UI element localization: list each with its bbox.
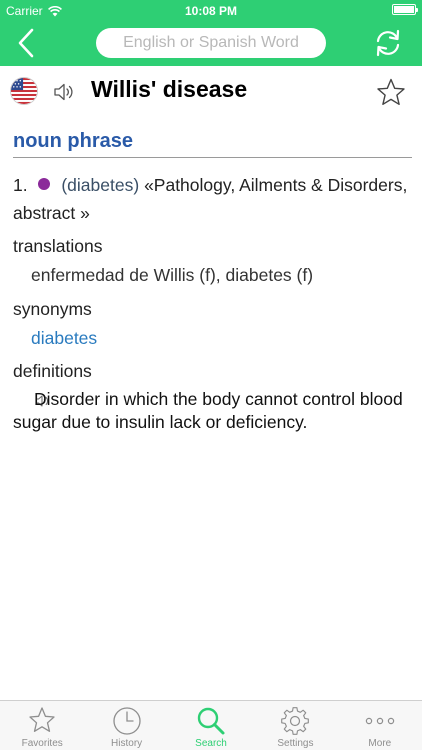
synonyms-label: synonyms (13, 299, 92, 319)
sense-line: 1. (diabetes) «Pathology, Ailments & Dis… (13, 171, 408, 227)
search-icon (197, 707, 225, 735)
definition-text: Disorder in which the body cannot contro… (13, 389, 403, 432)
tab-label: Favorites (21, 738, 63, 749)
battery-icon (392, 4, 418, 15)
search-input[interactable] (96, 28, 326, 58)
definitions-label: definitions (13, 361, 92, 381)
status-time: 10:08 PM (184, 4, 238, 18)
sense-number: 1. (13, 175, 28, 195)
translations-label: translations (13, 236, 103, 256)
word-title: Willis' disease (91, 76, 248, 102)
sense-dot-icon (38, 178, 51, 190)
tab-label: History (111, 738, 143, 749)
status-indicators (392, 4, 418, 15)
tab-label: More (368, 738, 392, 749)
us-flag-icon (10, 77, 38, 105)
gear-icon (281, 707, 310, 735)
star-icon (29, 707, 55, 732)
tab-history[interactable]: History (84, 701, 168, 750)
app-header: Carrier 10:08 PM (0, 0, 422, 66)
synonym-link[interactable]: diabetes (31, 328, 97, 349)
tab-search[interactable]: Search (169, 701, 253, 750)
tab-settings[interactable]: Settings (253, 701, 337, 750)
part-of-speech: noun phrase (13, 130, 134, 152)
divider (13, 157, 412, 158)
star-icon[interactable] (376, 77, 406, 107)
refresh-icon[interactable] (372, 28, 404, 58)
tab-label: Settings (277, 738, 314, 749)
word-heading: Willis' disease (0, 66, 422, 118)
clock-icon (112, 707, 141, 735)
tab-favorites[interactable]: Favorites (0, 701, 84, 750)
sense-context: (diabetes) (61, 175, 140, 195)
tab-label: Search (195, 738, 227, 749)
translations-text: enfermedad de Willis (f), diabetes (f) (31, 265, 314, 285)
tab-more[interactable]: More (338, 701, 422, 750)
chevron-left-icon[interactable] (12, 26, 42, 60)
status-bar: Carrier 10:08 PM (0, 0, 422, 22)
speaker-icon[interactable] (52, 80, 76, 104)
tab-bar: Favorites History Search Settings More (0, 700, 422, 750)
more-icon (365, 717, 395, 725)
